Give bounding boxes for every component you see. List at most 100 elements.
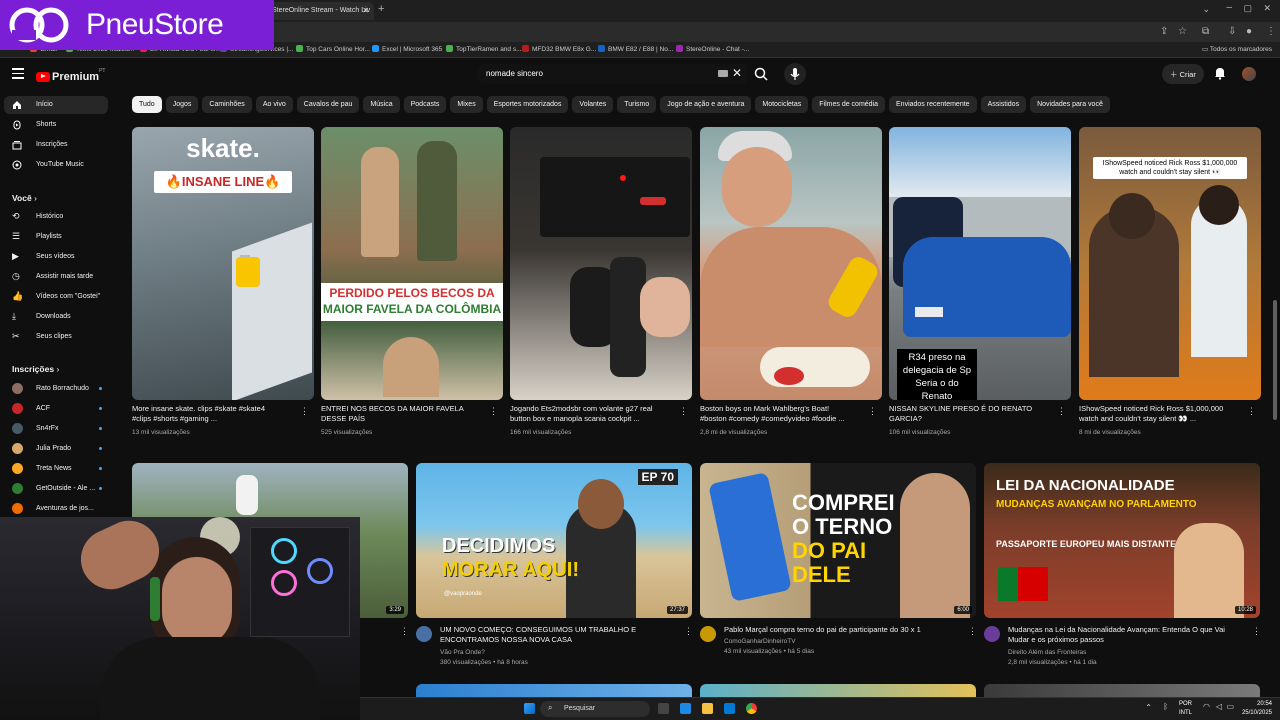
sidebar-subscription[interactable]: ACF — [4, 400, 108, 418]
close-tab-icon[interactable]: ✕ — [362, 6, 369, 15]
volume-icon[interactable]: ◁ — [1216, 702, 1222, 711]
all-bookmarks-folder[interactable]: ▭ Todos os marcadores — [1202, 45, 1272, 53]
sidebar-subscription[interactable]: Julia Prado — [4, 440, 108, 458]
channel-avatar[interactable] — [984, 626, 1000, 642]
filter-chip[interactable]: Música — [363, 96, 400, 113]
short-thumbnail[interactable]: skate. 🔥INSANE LINE🔥 — [132, 127, 314, 400]
video-title[interactable]: ENTREI NOS BECOS DA MAIOR FAVELA DESSE PA… — [321, 404, 486, 424]
input-language[interactable]: POR INTL — [1179, 700, 1192, 718]
bookmark-item[interactable]: MFD32 BMW E8x G... — [522, 45, 596, 53]
filter-chip[interactable]: Motocicletas — [755, 96, 809, 113]
sidebar-item-downloads[interactable]: ⤓ Downloads — [4, 308, 108, 326]
sidebar-item-subscriptions[interactable]: Inscrições — [4, 136, 108, 154]
sidebar-item-history[interactable]: ⟲ Histórico — [4, 208, 108, 226]
taskbar-search[interactable]: ⌕ Pesquisar — [540, 701, 650, 717]
sidebar-item-liked-videos[interactable]: 👍 Vídeos com "Gostei" — [4, 288, 108, 306]
bookmark-item[interactable]: Top Cars Online Hor... — [296, 45, 370, 53]
account-avatar[interactable] — [1242, 67, 1256, 81]
more-options-icon[interactable]: ⋮ — [1252, 626, 1261, 637]
tray-chevron-icon[interactable]: ⌃ — [1145, 703, 1152, 712]
filter-chip[interactable]: Filmes de comédia — [812, 96, 886, 113]
bookmark-item[interactable]: BMW E82 / E88 | No... — [598, 45, 673, 53]
bluetooth-icon[interactable]: ᛒ — [1163, 702, 1168, 711]
video-title[interactable]: UM NOVO COMEÇO: CONSEGUIMOS UM TRABALHO … — [440, 625, 680, 645]
filter-chip[interactable]: Novidades para você — [1030, 96, 1110, 113]
more-options-icon[interactable]: ⋮ — [684, 626, 693, 637]
task-view-icon[interactable] — [658, 703, 669, 714]
page-scrollbar[interactable] — [1273, 300, 1277, 420]
create-button[interactable]: ＋ Criar — [1162, 64, 1204, 84]
filter-chip[interactable]: Esportes motorizados — [486, 96, 569, 113]
edge-icon[interactable] — [680, 703, 691, 714]
maximize-icon[interactable]: ▢ — [1243, 3, 1252, 14]
search-input[interactable]: nomade sincero ✕ — [476, 64, 746, 84]
notifications-bell-icon[interactable] — [1214, 66, 1226, 80]
battery-icon[interactable]: ▭ — [1226, 702, 1234, 711]
sidebar-subscription[interactable]: Sn4rFx — [4, 420, 108, 438]
filter-chip[interactable]: Assistidos — [980, 96, 1027, 113]
more-options-icon[interactable]: ⋮ — [1057, 406, 1066, 417]
filter-chip[interactable]: Mixes — [450, 96, 483, 113]
file-explorer-icon[interactable] — [702, 703, 713, 714]
store-icon[interactable] — [724, 703, 735, 714]
sidebar-item-playlists[interactable]: ☰ Playlists — [4, 228, 108, 246]
more-options-icon[interactable]: ⋮ — [489, 406, 498, 417]
video-title[interactable]: Boston boys on Mark Wahlberg's Boat! #bos… — [700, 404, 865, 424]
sidebar-item-your-clips[interactable]: ✂ Seus clipes — [4, 328, 108, 346]
bookmark-item[interactable]: TopTierRamen and s... — [446, 45, 522, 53]
wifi-icon[interactable]: ◠ — [1203, 702, 1210, 711]
taskbar-clock[interactable]: 20:54 25/10/2025 — [1242, 700, 1272, 718]
sidebar-item-shorts[interactable]: Shorts — [4, 116, 108, 134]
filter-chip[interactable]: Volantes — [572, 96, 614, 113]
short-thumbnail[interactable]: R34 preso na delegacia de Sp Seria o do … — [889, 127, 1071, 400]
search-button[interactable] — [747, 64, 775, 84]
sidebar-subscription[interactable]: Treta News — [4, 460, 108, 478]
video-thumbnail[interactable] — [700, 684, 976, 698]
extensions-icon[interactable]: ⧉ — [1202, 26, 1209, 37]
bookmark-star-icon[interactable]: ☆ — [1178, 26, 1187, 37]
more-options-icon[interactable]: ⋮ — [968, 626, 977, 637]
filter-chip[interactable]: Jogos — [165, 96, 199, 113]
video-thumbnail[interactable] — [984, 684, 1260, 698]
browser-tab[interactable]: StereOnline Stream - Watch Liv ✕ — [266, 2, 374, 20]
you-section-header[interactable]: Você › — [12, 193, 37, 203]
channel-avatar[interactable] — [700, 626, 716, 642]
sidebar-item-youtube-music[interactable]: YouTube Music — [4, 156, 108, 174]
video-title[interactable]: Pablo Marçal compra terno do pai de part… — [724, 625, 964, 635]
more-options-icon[interactable]: ⋮ — [400, 626, 409, 637]
hamburger-menu-icon[interactable] — [12, 68, 24, 82]
filter-chip[interactable]: Tudo — [132, 96, 162, 113]
more-options-icon[interactable]: ⋮ — [1247, 406, 1256, 417]
video-thumbnail[interactable]: EP 70 DECIDIMOS MORAR AQUI! @vaopraonde … — [416, 463, 692, 618]
browser-menu-icon[interactable]: ⋮ — [1266, 26, 1276, 37]
share-icon[interactable]: ⇪ — [1160, 26, 1168, 37]
windows-start-icon[interactable] — [524, 703, 535, 714]
close-window-icon[interactable]: ✕ — [1263, 3, 1271, 14]
voice-search-icon[interactable] — [784, 63, 806, 85]
sidebar-item-your-videos[interactable]: ▶ Seus vídeos — [4, 248, 108, 266]
video-title[interactable]: More insane skate. clips #skate #skate4 #… — [132, 404, 297, 424]
minimize-icon[interactable]: – — [1226, 2, 1232, 13]
video-thumbnail[interactable] — [416, 684, 692, 698]
sidebar-item-home[interactable]: Início — [4, 96, 108, 114]
sidebar-subscription[interactable]: Aventuras de jos... — [4, 500, 108, 518]
filter-chip[interactable]: Jogo de ação e aventura — [660, 96, 752, 113]
subscriptions-section-header[interactable]: Inscrições › — [12, 364, 59, 374]
filter-chip[interactable]: Cavalos de pau — [296, 96, 360, 113]
more-options-icon[interactable]: ⋮ — [868, 406, 877, 417]
short-thumbnail[interactable]: IShowSpeed noticed Rick Ross $1,000,000 … — [1079, 127, 1261, 400]
filter-chip[interactable]: Enviados recentemente — [889, 96, 977, 113]
filter-chip[interactable]: Ao vivo — [255, 96, 293, 113]
video-title[interactable]: IShowSpeed noticed Rick Ross $1,000,000 w… — [1079, 404, 1244, 424]
short-thumbnail[interactable] — [510, 127, 692, 400]
sidebar-item-watch-later[interactable]: ◷ Assistir mais tarde — [4, 268, 108, 286]
short-thumbnail[interactable] — [700, 127, 882, 400]
filter-chip[interactable]: Turismo — [617, 96, 657, 113]
bookmark-item[interactable]: StereOnline - Chat -... — [676, 45, 749, 53]
profile-icon[interactable]: ● — [1246, 26, 1252, 37]
video-title[interactable]: NISSAN SKYLINE PRESO É DO RENATO GARCIA? — [889, 404, 1054, 424]
channel-avatar[interactable] — [416, 626, 432, 642]
tab-search-icon[interactable]: ⌄ — [1202, 4, 1210, 15]
filter-chip[interactable]: Caminhões — [202, 96, 252, 113]
chrome-icon[interactable] — [746, 703, 757, 714]
